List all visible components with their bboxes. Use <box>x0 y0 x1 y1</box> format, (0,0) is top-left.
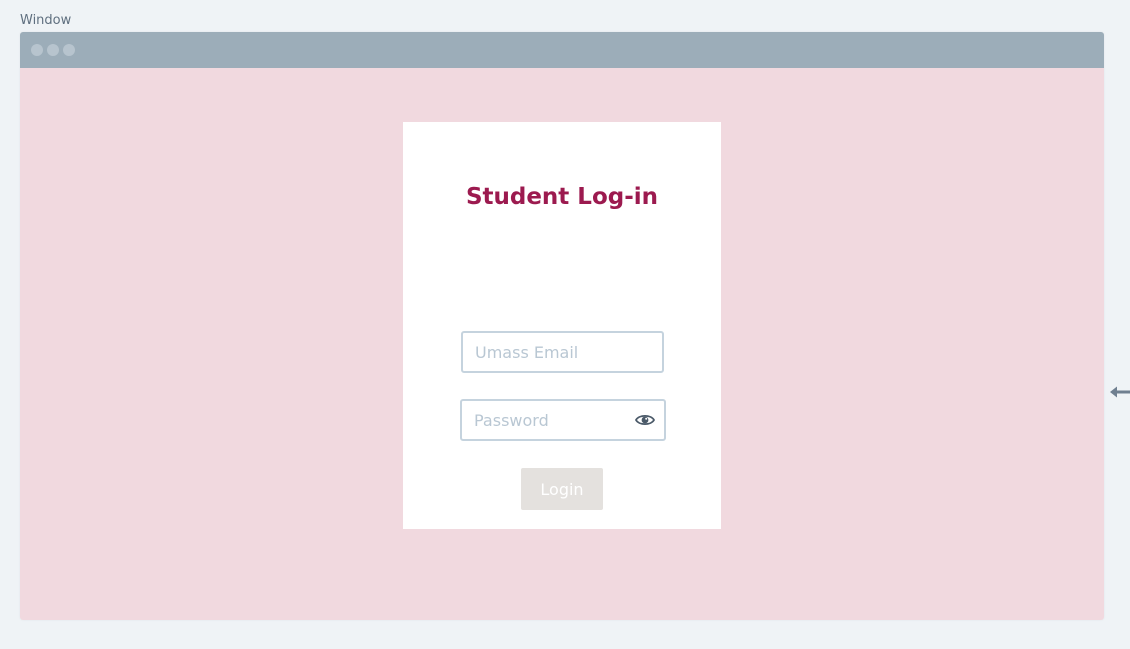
window-control-dot[interactable] <box>31 44 43 56</box>
window-control-dot[interactable] <box>63 44 75 56</box>
eye-icon[interactable] <box>634 412 656 428</box>
page-title: Student Log-in <box>465 184 659 210</box>
canvas-label: Window <box>20 13 72 28</box>
window-control-dot[interactable] <box>47 44 59 56</box>
window-controls <box>31 44 75 56</box>
browser-window: Student Log-in Login <box>20 32 1104 620</box>
email-input[interactable] <box>463 333 662 371</box>
email-field[interactable] <box>461 331 664 373</box>
arrow-left-icon <box>1110 384 1130 398</box>
password-field[interactable] <box>460 399 666 441</box>
login-button[interactable]: Login <box>521 468 603 510</box>
login-card: Student Log-in Login <box>403 122 721 529</box>
window-content: Student Log-in Login <box>20 68 1104 620</box>
window-titlebar <box>20 32 1104 68</box>
password-input[interactable] <box>462 401 664 439</box>
